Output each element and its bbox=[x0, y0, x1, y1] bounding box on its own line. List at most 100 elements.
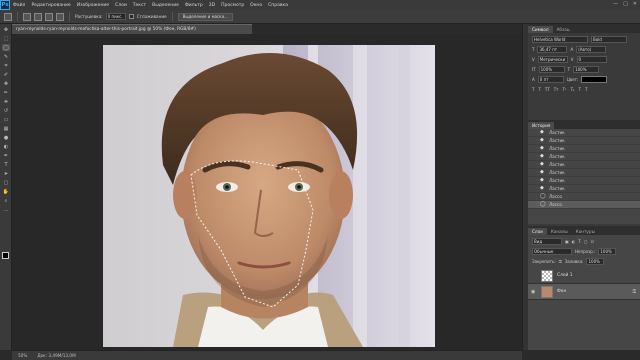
superscript-icon[interactable]: T¹ bbox=[563, 87, 567, 92]
font-family-select[interactable]: Helvetica World bbox=[532, 36, 588, 43]
history-item[interactable]: ◆ Ластик bbox=[528, 185, 640, 193]
hand-tool-icon[interactable]: ✋ bbox=[2, 188, 10, 195]
leading-input[interactable]: (Авто) bbox=[576, 46, 607, 53]
eye-icon[interactable]: ◉ bbox=[531, 289, 537, 295]
menu-text[interactable]: Текст bbox=[130, 3, 149, 8]
tracking-input[interactable]: 0 bbox=[576, 56, 607, 63]
zoom-level[interactable]: 50% bbox=[18, 353, 27, 358]
filter-shape-icon[interactable]: ▢ bbox=[584, 239, 588, 244]
add-selection-icon[interactable] bbox=[34, 12, 42, 21]
blur-tool-icon[interactable]: ● bbox=[2, 134, 10, 141]
menu-file[interactable]: Файл bbox=[10, 3, 28, 8]
extra-tools-icon[interactable]: … bbox=[2, 206, 10, 213]
layer-row[interactable]: Слой 1 bbox=[528, 268, 640, 284]
tab-layers[interactable]: Слои bbox=[528, 228, 547, 235]
maximize-icon[interactable]: □ bbox=[623, 1, 628, 7]
tab-character[interactable]: Символ bbox=[528, 26, 553, 33]
history-brush-tool-icon[interactable]: ↺ bbox=[2, 107, 10, 114]
eraser-tool-icon[interactable]: ▭ bbox=[2, 116, 10, 123]
select-and-mask-button[interactable]: Выделение и маска... bbox=[177, 12, 233, 21]
tab-paragraph[interactable]: Абзац bbox=[553, 26, 574, 33]
history-item[interactable]: ◯ Лассо bbox=[528, 193, 640, 201]
text-color-swatch[interactable] bbox=[581, 76, 608, 83]
filter-smart-icon[interactable]: ⊡ bbox=[591, 239, 594, 244]
antialias-label: Сглаживание bbox=[136, 14, 167, 19]
history-item[interactable]: ◆ Ластик bbox=[528, 153, 640, 161]
menu-window[interactable]: Окно bbox=[247, 3, 265, 8]
gradient-tool-icon[interactable]: ▦ bbox=[2, 125, 10, 132]
menu-3d[interactable]: 3D bbox=[206, 3, 218, 8]
marquee-tool-icon[interactable]: ⬚ bbox=[2, 35, 10, 42]
close-icon[interactable]: ✕ bbox=[633, 1, 637, 7]
history-item[interactable]: ◆ Ластик bbox=[528, 161, 640, 169]
tab-history[interactable]: История bbox=[528, 122, 555, 129]
type-tool-icon[interactable]: T bbox=[2, 161, 10, 168]
layer-name[interactable]: Слой 1 bbox=[557, 273, 573, 278]
zoom-tool-icon[interactable]: ⌕ bbox=[2, 197, 10, 204]
clone-stamp-tool-icon[interactable]: ⎈ bbox=[2, 98, 10, 105]
menu-view[interactable]: Просмотр bbox=[218, 3, 247, 8]
minimize-icon[interactable]: — bbox=[613, 1, 618, 7]
menu-image[interactable]: Изображение bbox=[74, 3, 112, 8]
filter-adjust-icon[interactable]: ◐ bbox=[572, 239, 576, 244]
new-selection-icon[interactable] bbox=[23, 12, 31, 21]
feather-input[interactable]: 0 пикс. bbox=[105, 13, 126, 20]
subscript-icon[interactable]: T₁ bbox=[571, 87, 575, 92]
antialias-checkbox[interactable] bbox=[128, 14, 134, 19]
all-caps-icon[interactable]: TT bbox=[545, 87, 550, 92]
vertical-scale-input[interactable]: 100% bbox=[538, 66, 565, 73]
portrait-photo[interactable] bbox=[103, 45, 435, 347]
quick-select-tool-icon[interactable]: ✎ bbox=[2, 53, 10, 60]
filter-pixel-icon[interactable]: ▣ bbox=[565, 239, 569, 244]
small-caps-icon[interactable]: Tт bbox=[554, 87, 559, 92]
underline-icon[interactable]: T bbox=[579, 87, 581, 92]
document-tab[interactable]: ryan-reynolds-ryan-reynolds-mefochka-alt… bbox=[12, 24, 252, 34]
layer-row-selected[interactable]: ◉ Фон ⚿ bbox=[528, 284, 640, 300]
tracking-icon: V bbox=[570, 57, 574, 62]
strikethrough-icon[interactable]: T bbox=[585, 87, 587, 92]
filter-type-icon[interactable]: T bbox=[578, 239, 580, 244]
baseline-input[interactable]: 0 пт bbox=[537, 76, 564, 83]
history-item[interactable]: ◆ Ластик bbox=[528, 145, 640, 153]
history-item-selected[interactable]: ◯ Лассо bbox=[528, 201, 640, 209]
move-tool-icon[interactable]: ✥ bbox=[2, 26, 10, 33]
layer-filter-select[interactable]: Вид bbox=[532, 238, 562, 245]
faux-bold-icon[interactable]: T bbox=[532, 87, 534, 92]
blend-mode-select[interactable]: Обычные bbox=[532, 248, 572, 255]
menu-help[interactable]: Справка bbox=[265, 3, 291, 8]
menu-select[interactable]: Выделение bbox=[149, 3, 182, 8]
intersect-selection-icon[interactable] bbox=[56, 12, 64, 21]
kerning-input[interactable]: Метрически bbox=[537, 56, 568, 63]
font-size-input[interactable]: 36,47 пт bbox=[537, 46, 568, 53]
tab-paths[interactable]: Контуры bbox=[572, 228, 599, 235]
brush-tool-icon[interactable]: ✏ bbox=[2, 89, 10, 96]
pen-tool-icon[interactable]: ✒ bbox=[2, 152, 10, 159]
eraser-icon: ◆ bbox=[540, 153, 544, 159]
layer-name[interactable]: Фон bbox=[557, 289, 566, 294]
shape-tool-icon[interactable]: ▢ bbox=[2, 179, 10, 186]
lasso-tool-preset-icon[interactable] bbox=[4, 12, 12, 21]
horizontal-scale-input[interactable]: 100% bbox=[573, 66, 600, 73]
history-item[interactable]: ◆ Ластик bbox=[528, 137, 640, 145]
history-item[interactable]: ◆ Ластик bbox=[528, 177, 640, 185]
dodge-tool-icon[interactable]: ◐ bbox=[2, 143, 10, 150]
menu-filter[interactable]: Фильтр bbox=[182, 3, 206, 8]
faux-italic-icon[interactable]: T bbox=[538, 87, 540, 92]
healing-tool-icon[interactable]: ✚ bbox=[2, 80, 10, 87]
fill-input[interactable]: 100% bbox=[586, 258, 605, 265]
tab-channels[interactable]: Каналы bbox=[547, 228, 572, 235]
foreground-color-swatch[interactable] bbox=[2, 252, 9, 259]
history-item[interactable]: ◆ Ластик bbox=[528, 129, 640, 137]
menu-layers[interactable]: Слои bbox=[112, 3, 130, 8]
path-select-tool-icon[interactable]: ➤ bbox=[2, 170, 10, 177]
eyedropper-tool-icon[interactable]: ✐ bbox=[2, 71, 10, 78]
history-item[interactable]: ◆ Ластик bbox=[528, 169, 640, 177]
opacity-input[interactable]: 100% bbox=[598, 248, 617, 255]
menu-edit[interactable]: Редактирование bbox=[28, 3, 73, 8]
layer-thumbnail bbox=[541, 269, 553, 282]
crop-tool-icon[interactable]: ⌗ bbox=[2, 62, 10, 69]
lock-icon[interactable]: ⚿ bbox=[559, 259, 562, 264]
lasso-tool-icon[interactable]: ◯ bbox=[2, 44, 10, 51]
subtract-selection-icon[interactable] bbox=[45, 12, 53, 21]
font-style-select[interactable]: Bold bbox=[591, 36, 627, 43]
